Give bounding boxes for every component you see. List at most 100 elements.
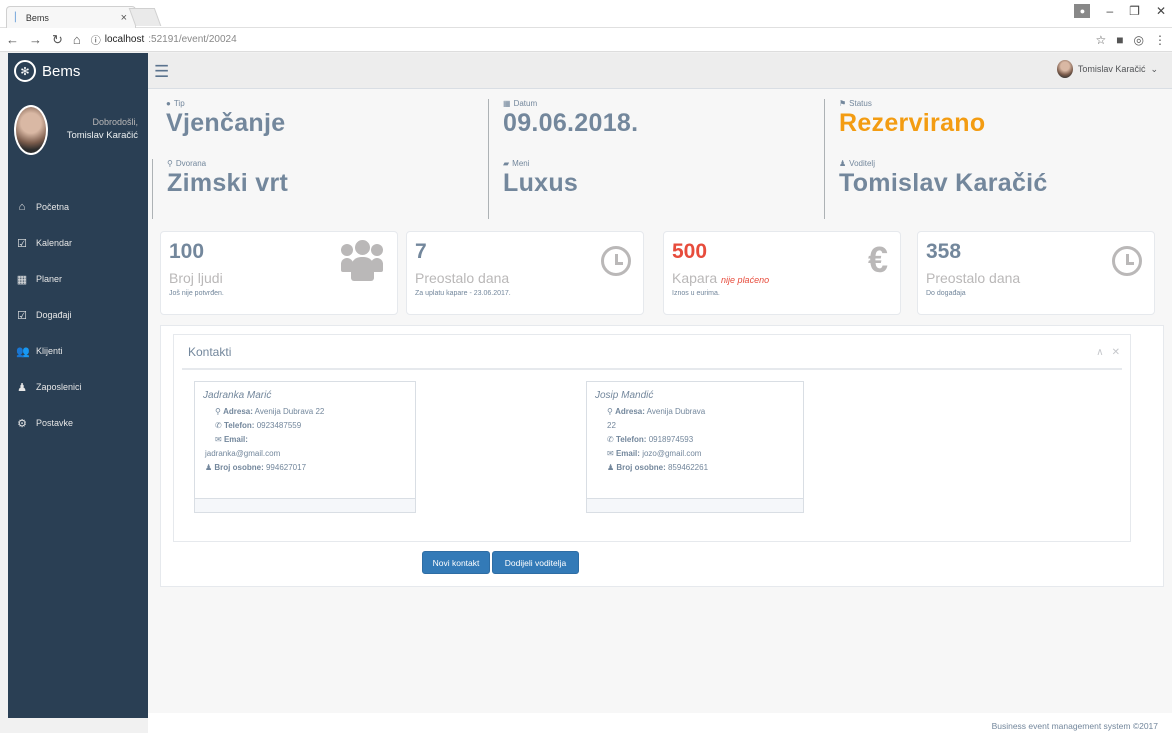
status-tile: ⚑ Status Rezervirano xyxy=(824,99,1154,159)
welcome-text: Dobrodošli, xyxy=(92,117,138,127)
phone-value: 0918974593 xyxy=(648,435,694,444)
info-circle-icon: ● xyxy=(166,99,171,108)
sidebar-item-label: Zaposlenici xyxy=(36,382,82,392)
id-label: Broj osobne: xyxy=(214,463,264,472)
home-button-icon[interactable]: ⌂ xyxy=(73,32,81,47)
datum-value: 09.06.2018. xyxy=(503,109,639,137)
status-label: Status xyxy=(849,99,872,108)
restore-icon[interactable]: ❐ xyxy=(1129,4,1140,18)
top-nav: ☰ Tomislav Karačić ⌄ xyxy=(148,53,1172,89)
calendar-icon: ▦ xyxy=(16,273,28,286)
dvorana-tile: ⚲ Dvorana Zimski vrt xyxy=(152,159,482,219)
sidebar-item-label: Kalendar xyxy=(36,238,73,248)
top-user-name: Tomislav Karačić xyxy=(1077,64,1146,74)
stat-sub: Još nije potvrđen. xyxy=(169,290,224,297)
sidebar-item-kalendar[interactable]: ☑ Kalendar xyxy=(8,225,148,261)
tab-favicon-icon: ▏ xyxy=(15,12,22,22)
tab-close-icon[interactable]: × xyxy=(121,12,127,24)
close-icon[interactable]: ✕ xyxy=(1112,347,1120,358)
profile-icon[interactable]: ● xyxy=(1074,4,1091,18)
envelope-icon: ✉ xyxy=(215,435,222,444)
stat-deposit-days: 7 Preostalo dana Za uplatu kapare - 23.0… xyxy=(406,231,644,315)
browser-tab-strip: ▏ Bems × ● – ❐ ✕ xyxy=(0,0,1172,28)
sidebar: ✻ Bems Dobrodošli, Tomislav Karačić ⌂ Poč… xyxy=(8,53,148,718)
close-window-icon[interactable]: ✕ xyxy=(1156,4,1166,18)
sidebar-item-zaposlenici[interactable]: ♟ Zaposlenici xyxy=(8,369,148,405)
map-marker-icon: ⚲ xyxy=(167,159,173,168)
window-controls: ● – ❐ ✕ xyxy=(1074,4,1166,18)
cogs-icon: ⚙ xyxy=(17,417,27,430)
email-value: jozo@gmail.com xyxy=(642,449,702,458)
phone-icon: ✆ xyxy=(215,421,222,430)
phone-value: 0923487559 xyxy=(256,421,302,430)
email-value: jadranka@gmail.com xyxy=(205,449,281,458)
avatar xyxy=(1056,60,1073,78)
panel-title: Kontakti xyxy=(188,345,232,359)
contact-name: Josip Mandić xyxy=(595,390,654,401)
contact-card: Josip Mandić ⚲ Adresa: Avenija Dubrava 2… xyxy=(586,381,804,513)
voditelj-label: Voditelj xyxy=(849,159,875,168)
tab-title: Bems xyxy=(25,12,49,23)
extension-icon[interactable]: ■ xyxy=(1116,33,1123,47)
stat-title: Kapara xyxy=(672,270,718,286)
stat-sub: Do događaja xyxy=(926,290,966,297)
contacts-panel: Kontakti ∧ ✕ Jadranka Marić ⚲ Adresa: Av… xyxy=(160,325,1164,587)
new-contact-button[interactable]: Novi kontakt xyxy=(422,551,490,574)
sidebar-item-postavke[interactable]: ⚙ Postavke xyxy=(8,405,148,441)
contact-card: Jadranka Marić ⚲ Adresa: Avenija Dubrava… xyxy=(194,381,416,513)
minimize-icon[interactable]: – xyxy=(1106,4,1113,18)
collapse-icon[interactable]: ∧ xyxy=(1096,347,1103,358)
extension2-icon[interactable]: ◎ xyxy=(1134,33,1144,47)
divider xyxy=(182,368,1122,370)
phone-icon: ✆ xyxy=(607,435,614,444)
sidebar-item-klijenti[interactable]: 👥 Klijenti xyxy=(8,333,148,369)
calendar-icon: ▦ xyxy=(503,99,511,108)
brand[interactable]: ✻ Bems xyxy=(8,53,148,89)
forward-icon[interactable]: → xyxy=(29,32,42,47)
flag-icon: ⚑ xyxy=(839,99,847,108)
tip-tile: ● Tip Vjenčanje xyxy=(152,99,482,159)
stat-sub: Iznos u eurima. xyxy=(672,290,720,297)
url-field[interactable]: ⓘ localhost:52191/event/20024 xyxy=(91,31,237,49)
reload-icon[interactable]: ↻ xyxy=(52,32,63,48)
tip-label: Tip xyxy=(173,99,185,108)
address-label: Adresa: xyxy=(615,407,645,416)
back-icon[interactable]: ← xyxy=(6,32,19,47)
contacts-inner: Kontakti ∧ ✕ Jadranka Marić ⚲ Adresa: Av… xyxy=(173,334,1131,542)
card-footer xyxy=(587,498,803,512)
assign-manager-button[interactable]: Dodijeli voditelja xyxy=(492,551,579,574)
info-icon: ⓘ xyxy=(90,36,101,47)
sidebar-item-label: Događaji xyxy=(36,310,72,320)
stat-number: 500 xyxy=(672,240,708,263)
unpaid-note: nije plaćeno xyxy=(721,275,770,285)
browser-tab[interactable]: ▏ Bems × xyxy=(6,6,136,28)
sidebar-item-planer[interactable]: ▦ Planer xyxy=(8,261,148,297)
browser-menu-icon[interactable]: ⋮ xyxy=(1154,33,1166,47)
address-value: Avenija Dubrava 22 xyxy=(254,407,325,416)
id-value: 994627017 xyxy=(265,463,307,472)
dvorana-label: Dvorana xyxy=(175,159,207,168)
voditelj-tile: ♟ Voditelj Tomislav Karačić xyxy=(824,159,1154,219)
paw-icon: ✻ xyxy=(14,60,36,82)
contact-name: Jadranka Marić xyxy=(203,390,272,401)
menu-toggle-icon[interactable]: ☰ xyxy=(154,62,169,82)
bookmark-star-icon[interactable]: ☆ xyxy=(1096,33,1107,47)
users-icon: 👥 xyxy=(16,345,30,358)
profile-box: Dobrodošli, Tomislav Karačić xyxy=(8,89,148,179)
sidebar-item-pocetna[interactable]: ⌂ Početna xyxy=(8,189,148,225)
datum-label: Datum xyxy=(513,99,538,108)
user-dropdown[interactable]: Tomislav Karačić ⌄ xyxy=(1056,60,1158,78)
user-icon: ♟ xyxy=(839,159,847,168)
new-tab-button[interactable] xyxy=(128,8,162,26)
euro-icon: € xyxy=(867,239,888,280)
main-content: ● Tip Vjenčanje ▦ Datum 09.06.2018. ⚑ Statu… xyxy=(148,89,1172,713)
book-icon: ▰ xyxy=(503,159,510,168)
email-label: Email: xyxy=(615,449,640,458)
datum-tile: ▦ Datum 09.06.2018. xyxy=(488,99,818,159)
stat-sub: Za uplatu kapare - 23.06.2017. xyxy=(415,290,511,297)
sidebar-item-dogadaji[interactable]: ☑ Događaji xyxy=(8,297,148,333)
home-icon: ⌂ xyxy=(18,201,26,213)
url-path: :52191/event/20024 xyxy=(148,34,237,45)
id-value: 859462261 xyxy=(667,463,709,472)
meni-value: Luxus xyxy=(503,169,579,197)
